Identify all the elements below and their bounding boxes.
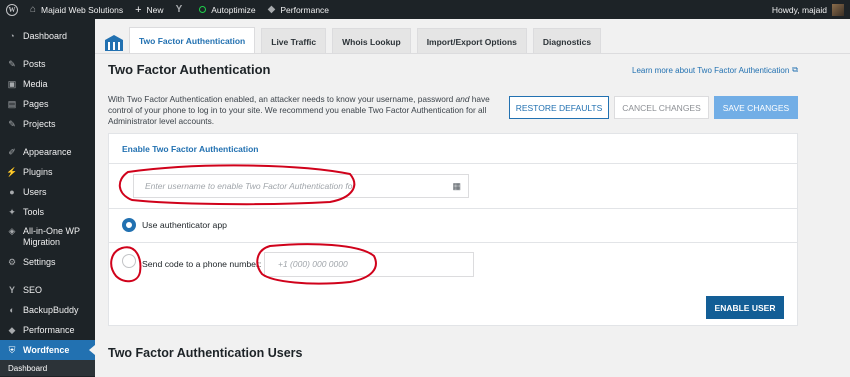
tab-live-traffic[interactable]: Live Traffic bbox=[261, 28, 327, 54]
plus-icon: + bbox=[135, 3, 142, 16]
pages-icon: ▤ bbox=[7, 98, 17, 109]
site-name-link[interactable]: ⌂ Majaid Web Solutions bbox=[24, 0, 129, 19]
sidebar-item-media[interactable]: ▣ Media bbox=[0, 74, 95, 94]
admin-bar: W ⌂ Majaid Web Solutions + New Y Autopti… bbox=[0, 0, 850, 19]
performance-label: Performance bbox=[280, 4, 330, 15]
tab-bar: Two Factor Authentication Live Traffic W… bbox=[103, 27, 607, 54]
sidebar-item-plugins[interactable]: ⚡ Plugins bbox=[0, 162, 95, 182]
sidebar-item-backupbuddy[interactable]: ◐ BackupBuddy bbox=[0, 300, 95, 320]
authenticator-app-label[interactable]: Use authenticator app bbox=[142, 220, 227, 230]
backup-icon: ◐ bbox=[9, 305, 15, 315]
status-dot-icon bbox=[199, 6, 207, 13]
settings-icon: ⚙ bbox=[7, 256, 17, 267]
yoast-icon: Y bbox=[175, 4, 183, 15]
seo-icon: Y bbox=[8, 285, 15, 295]
authenticator-app-row: Use authenticator app bbox=[109, 210, 797, 243]
authenticator-app-radio[interactable] bbox=[122, 218, 136, 232]
username-placeholder: Enter username to enable Two Factor Auth… bbox=[145, 181, 356, 191]
sidebar-item-seo[interactable]: Y SEO bbox=[0, 280, 95, 300]
wrench-icon: ✦ bbox=[8, 206, 16, 217]
autoptimize-label: Autoptimize bbox=[211, 4, 256, 15]
phone-number-input[interactable]: +1 (000) 000 0000 bbox=[264, 252, 474, 277]
dashboard-icon: ◔ bbox=[9, 31, 15, 41]
pin-icon: ✎ bbox=[8, 58, 16, 69]
tab-diagnostics[interactable]: Diagnostics bbox=[532, 28, 602, 54]
tab-whois-lookup[interactable]: Whois Lookup bbox=[332, 28, 411, 54]
admin-sidebar: ◔ Dashboard ✎ Posts ▣ Media ▤ Pages ✎ Pr… bbox=[0, 19, 95, 377]
greeting: Howdy, majaid bbox=[771, 4, 827, 15]
brush-icon: ✐ bbox=[8, 146, 16, 157]
username-row: Enter username to enable Two Factor Auth… bbox=[109, 165, 797, 209]
tab-import-export-options[interactable]: Import/Export Options bbox=[416, 28, 527, 54]
sidebar-item-pages[interactable]: ▤ Pages bbox=[0, 94, 95, 114]
enable-2fa-card: Enable Two Factor Authentication Enter u… bbox=[108, 133, 798, 326]
sidebar-item-dashboard[interactable]: ◔ Dashboard bbox=[0, 26, 95, 46]
media-icon: ▣ bbox=[7, 78, 17, 89]
new-content-button[interactable]: + New bbox=[129, 0, 169, 19]
new-label: New bbox=[146, 4, 164, 15]
user-icon: ● bbox=[9, 187, 15, 197]
sidebar-item-appearance[interactable]: ✐ Appearance bbox=[0, 142, 95, 162]
phone-number-radio[interactable] bbox=[122, 254, 136, 268]
wordpress-logo-button[interactable]: W bbox=[0, 0, 24, 19]
phone-number-label[interactable]: Send code to a phone number: bbox=[142, 259, 261, 269]
tab-two-factor-authentication[interactable]: Two Factor Authentication bbox=[129, 27, 256, 54]
learn-more-link[interactable]: Learn more about Two Factor Authenticati… bbox=[632, 65, 798, 75]
phone-placeholder: +1 (000) 000 0000 bbox=[278, 259, 348, 269]
submenu-item-dashboard[interactable]: Dashboard bbox=[0, 360, 95, 376]
contact-card-icon[interactable]: ▦ bbox=[452, 181, 461, 192]
sidebar-item-posts[interactable]: ✎ Posts bbox=[0, 54, 95, 74]
users-section-title: Two Factor Authentication Users bbox=[108, 346, 303, 360]
avatar bbox=[832, 3, 844, 16]
plugin-icon: ⚡ bbox=[6, 166, 18, 177]
home-icon: ⌂ bbox=[30, 4, 37, 15]
performance-button[interactable]: ◆ Performance bbox=[262, 0, 335, 19]
phone-number-row: Send code to a phone number: +1 (000) 00… bbox=[109, 244, 797, 288]
migration-icon: ◈ bbox=[8, 225, 16, 236]
sidebar-item-projects[interactable]: ✎ Projects bbox=[0, 114, 95, 134]
account-menu[interactable]: Howdy, majaid bbox=[771, 3, 850, 16]
sidebar-item-tools[interactable]: ✦ Tools bbox=[0, 202, 95, 222]
sidebar-item-all-in-one-wp-migration[interactable]: ◈ All-in-One WP Migration bbox=[0, 222, 95, 252]
tab-divider bbox=[95, 53, 850, 54]
site-name: Majaid Web Solutions bbox=[41, 4, 124, 15]
wordpress-icon: W bbox=[6, 3, 18, 16]
enable-user-button[interactable]: ENABLE USER bbox=[706, 296, 784, 319]
wordfence-logo bbox=[103, 32, 125, 54]
restore-defaults-button[interactable]: RESTORE DEFAULTS bbox=[509, 96, 609, 119]
yoast-button[interactable]: Y bbox=[170, 0, 194, 19]
save-changes-button[interactable]: SAVE CHANGES bbox=[714, 96, 798, 119]
performance-icon: ◆ bbox=[8, 324, 16, 335]
performance-icon: ◆ bbox=[267, 4, 276, 15]
sidebar-item-users[interactable]: ● Users bbox=[0, 182, 95, 202]
page-description: With Two Factor Authentication enabled, … bbox=[108, 94, 490, 126]
wordfence-logo-icon bbox=[105, 35, 123, 51]
page-title: Two Factor Authentication bbox=[108, 62, 271, 77]
external-link-icon: ⧉ bbox=[792, 65, 798, 74]
cancel-changes-button[interactable]: CANCEL CHANGES bbox=[614, 96, 709, 119]
shield-icon: ⛨ bbox=[8, 344, 16, 355]
username-input[interactable]: Enter username to enable Two Factor Auth… bbox=[133, 174, 469, 198]
autoptimize-button[interactable]: Autoptimize bbox=[193, 0, 261, 19]
pin-icon: ✎ bbox=[8, 118, 16, 129]
card-heading: Enable Two Factor Authentication bbox=[109, 134, 797, 164]
sidebar-item-settings[interactable]: ⚙ Settings bbox=[0, 252, 95, 272]
sidebar-item-wordfence[interactable]: ⛨ Wordfence bbox=[0, 340, 95, 360]
sidebar-item-performance[interactable]: ◆ Performance bbox=[0, 320, 95, 340]
